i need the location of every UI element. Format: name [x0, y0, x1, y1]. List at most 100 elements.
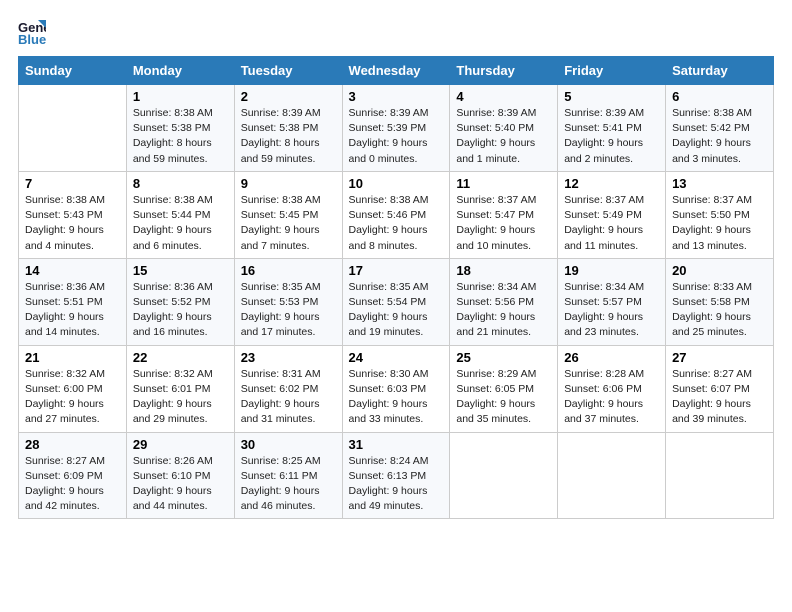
- cell-2-2: 8Sunrise: 8:38 AM Sunset: 5:44 PM Daylig…: [126, 171, 234, 258]
- day-info: Sunrise: 8:37 AM Sunset: 5:47 PM Dayligh…: [456, 193, 551, 254]
- logo: General Blue: [18, 18, 50, 46]
- day-number: 27: [672, 350, 767, 365]
- day-info: Sunrise: 8:38 AM Sunset: 5:46 PM Dayligh…: [349, 193, 444, 254]
- day-info: Sunrise: 8:38 AM Sunset: 5:38 PM Dayligh…: [133, 106, 228, 167]
- day-info: Sunrise: 8:30 AM Sunset: 6:03 PM Dayligh…: [349, 367, 444, 428]
- day-number: 12: [564, 176, 659, 191]
- day-info: Sunrise: 8:37 AM Sunset: 5:49 PM Dayligh…: [564, 193, 659, 254]
- day-info: Sunrise: 8:39 AM Sunset: 5:41 PM Dayligh…: [564, 106, 659, 167]
- day-number: 22: [133, 350, 228, 365]
- cell-5-6: [558, 432, 666, 519]
- day-number: 10: [349, 176, 444, 191]
- day-info: Sunrise: 8:34 AM Sunset: 5:57 PM Dayligh…: [564, 280, 659, 341]
- svg-text:Blue: Blue: [18, 32, 46, 46]
- day-info: Sunrise: 8:27 AM Sunset: 6:09 PM Dayligh…: [25, 454, 120, 515]
- cell-2-4: 10 Sunrise: 8:38 AM Sunset: 5:46 PM Dayli…: [342, 171, 450, 258]
- cell-4-7: 27 Sunrise: 8:27 AM Sunset: 6:07 PM Dayli…: [666, 345, 774, 432]
- cell-1-7: 6Sunrise: 8:38 AM Sunset: 5:42 PM Daylig…: [666, 85, 774, 172]
- day-number: 1: [133, 89, 228, 104]
- cell-3-7: 20 Sunrise: 8:33 AM Sunset: 5:58 PM Dayli…: [666, 258, 774, 345]
- logo-icon: General Blue: [18, 18, 46, 46]
- day-number: 11: [456, 176, 551, 191]
- day-number: 15: [133, 263, 228, 278]
- cell-4-5: 25Sunrise: 8:29 AM Sunset: 6:05 PM Dayli…: [450, 345, 558, 432]
- day-number: 3: [349, 89, 444, 104]
- day-number: 8: [133, 176, 228, 191]
- day-info: Sunrise: 8:39 AM Sunset: 5:40 PM Dayligh…: [456, 106, 551, 167]
- day-info: Sunrise: 8:36 AM Sunset: 5:52 PM Dayligh…: [133, 280, 228, 341]
- col-header-monday: Monday: [126, 57, 234, 85]
- day-number: 18: [456, 263, 551, 278]
- col-header-tuesday: Tuesday: [234, 57, 342, 85]
- day-info: Sunrise: 8:26 AM Sunset: 6:10 PM Dayligh…: [133, 454, 228, 515]
- cell-1-6: 5 Sunrise: 8:39 AM Sunset: 5:41 PM Daylig…: [558, 85, 666, 172]
- cell-5-7: [666, 432, 774, 519]
- day-number: 16: [241, 263, 336, 278]
- day-number: 26: [564, 350, 659, 365]
- day-number: 2: [241, 89, 336, 104]
- day-info: Sunrise: 8:39 AM Sunset: 5:38 PM Dayligh…: [241, 106, 336, 167]
- day-number: 29: [133, 437, 228, 452]
- cell-1-1: [19, 85, 127, 172]
- cell-5-3: 30 Sunrise: 8:25 AM Sunset: 6:11 PM Dayli…: [234, 432, 342, 519]
- day-number: 7: [25, 176, 120, 191]
- day-number: 28: [25, 437, 120, 452]
- week-row-5: 28 Sunrise: 8:27 AM Sunset: 6:09 PM Dayli…: [19, 432, 774, 519]
- cell-3-2: 15 Sunrise: 8:36 AM Sunset: 5:52 PM Dayli…: [126, 258, 234, 345]
- week-row-1: 1 Sunrise: 8:38 AM Sunset: 5:38 PM Daylig…: [19, 85, 774, 172]
- day-number: 30: [241, 437, 336, 452]
- day-info: Sunrise: 8:27 AM Sunset: 6:07 PM Dayligh…: [672, 367, 767, 428]
- cell-3-3: 16Sunrise: 8:35 AM Sunset: 5:53 PM Dayli…: [234, 258, 342, 345]
- cell-2-5: 11 Sunrise: 8:37 AM Sunset: 5:47 PM Dayli…: [450, 171, 558, 258]
- day-number: 24: [349, 350, 444, 365]
- cell-1-4: 3 Sunrise: 8:39 AM Sunset: 5:39 PM Daylig…: [342, 85, 450, 172]
- day-info: Sunrise: 8:32 AM Sunset: 6:01 PM Dayligh…: [133, 367, 228, 428]
- cell-5-1: 28 Sunrise: 8:27 AM Sunset: 6:09 PM Dayli…: [19, 432, 127, 519]
- cell-2-7: 13 Sunrise: 8:37 AM Sunset: 5:50 PM Dayli…: [666, 171, 774, 258]
- col-header-wednesday: Wednesday: [342, 57, 450, 85]
- cell-1-5: 4Sunrise: 8:39 AM Sunset: 5:40 PM Daylig…: [450, 85, 558, 172]
- week-row-2: 7 Sunrise: 8:38 AM Sunset: 5:43 PM Daylig…: [19, 171, 774, 258]
- day-info: Sunrise: 8:33 AM Sunset: 5:58 PM Dayligh…: [672, 280, 767, 341]
- col-header-sunday: Sunday: [19, 57, 127, 85]
- week-row-4: 21 Sunrise: 8:32 AM Sunset: 6:00 PM Dayli…: [19, 345, 774, 432]
- calendar-table: SundayMondayTuesdayWednesdayThursdayFrid…: [18, 56, 774, 519]
- day-number: 5: [564, 89, 659, 104]
- day-info: Sunrise: 8:38 AM Sunset: 5:45 PM Dayligh…: [241, 193, 336, 254]
- day-number: 17: [349, 263, 444, 278]
- cell-5-2: 29 Sunrise: 8:26 AM Sunset: 6:10 PM Dayli…: [126, 432, 234, 519]
- col-header-saturday: Saturday: [666, 57, 774, 85]
- day-info: Sunrise: 8:38 AM Sunset: 5:43 PM Dayligh…: [25, 193, 120, 254]
- col-header-friday: Friday: [558, 57, 666, 85]
- day-info: Sunrise: 8:32 AM Sunset: 6:00 PM Dayligh…: [25, 367, 120, 428]
- cell-5-4: 31 Sunrise: 8:24 AM Sunset: 6:13 PM Dayli…: [342, 432, 450, 519]
- cell-3-4: 17 Sunrise: 8:35 AM Sunset: 5:54 PM Dayli…: [342, 258, 450, 345]
- day-number: 9: [241, 176, 336, 191]
- day-info: Sunrise: 8:24 AM Sunset: 6:13 PM Dayligh…: [349, 454, 444, 515]
- day-info: Sunrise: 8:31 AM Sunset: 6:02 PM Dayligh…: [241, 367, 336, 428]
- day-info: Sunrise: 8:38 AM Sunset: 5:42 PM Dayligh…: [672, 106, 767, 167]
- cell-5-5: [450, 432, 558, 519]
- day-info: Sunrise: 8:39 AM Sunset: 5:39 PM Dayligh…: [349, 106, 444, 167]
- day-number: 31: [349, 437, 444, 452]
- col-header-thursday: Thursday: [450, 57, 558, 85]
- day-info: Sunrise: 8:37 AM Sunset: 5:50 PM Dayligh…: [672, 193, 767, 254]
- day-info: Sunrise: 8:29 AM Sunset: 6:05 PM Dayligh…: [456, 367, 551, 428]
- day-info: Sunrise: 8:25 AM Sunset: 6:11 PM Dayligh…: [241, 454, 336, 515]
- cell-4-2: 22 Sunrise: 8:32 AM Sunset: 6:01 PM Dayli…: [126, 345, 234, 432]
- cell-4-4: 24 Sunrise: 8:30 AM Sunset: 6:03 PM Dayli…: [342, 345, 450, 432]
- day-info: Sunrise: 8:35 AM Sunset: 5:54 PM Dayligh…: [349, 280, 444, 341]
- day-number: 21: [25, 350, 120, 365]
- week-row-3: 14Sunrise: 8:36 AM Sunset: 5:51 PM Dayli…: [19, 258, 774, 345]
- day-number: 19: [564, 263, 659, 278]
- day-info: Sunrise: 8:28 AM Sunset: 6:06 PM Dayligh…: [564, 367, 659, 428]
- cell-2-1: 7 Sunrise: 8:38 AM Sunset: 5:43 PM Daylig…: [19, 171, 127, 258]
- day-number: 13: [672, 176, 767, 191]
- page-container: General Blue SundayMondayTuesdayWednesda…: [0, 0, 792, 529]
- day-number: 14: [25, 263, 120, 278]
- day-number: 20: [672, 263, 767, 278]
- cell-3-1: 14Sunrise: 8:36 AM Sunset: 5:51 PM Dayli…: [19, 258, 127, 345]
- cell-2-6: 12 Sunrise: 8:37 AM Sunset: 5:49 PM Dayli…: [558, 171, 666, 258]
- header: General Blue: [18, 18, 774, 46]
- day-number: 23: [241, 350, 336, 365]
